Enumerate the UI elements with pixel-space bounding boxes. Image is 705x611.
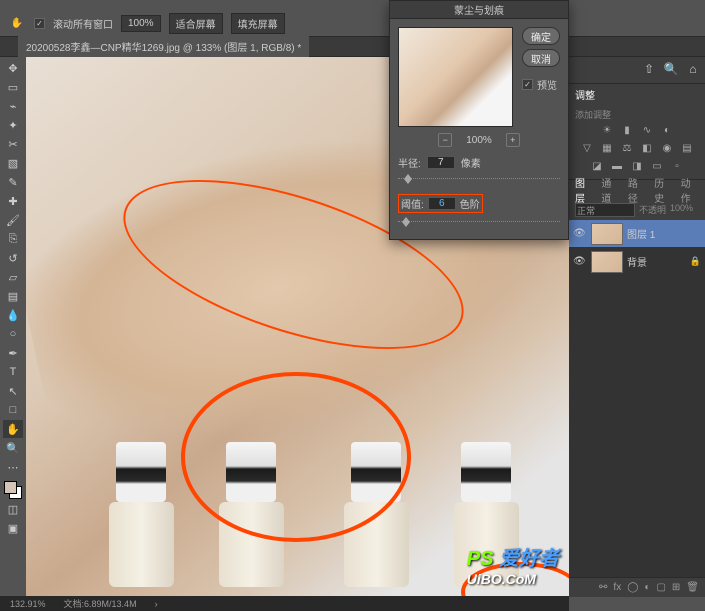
blend-mode-select[interactable]	[575, 203, 635, 217]
bw-icon[interactable]: ◧	[640, 141, 654, 155]
exposure-icon[interactable]: ◐	[660, 123, 674, 137]
status-zoom[interactable]: 132.91%	[10, 599, 46, 609]
document-tab[interactable]: 20200528李鑫—CNP精华1269.jpg @ 133% (图层 1, R…	[18, 36, 309, 57]
document-tab-bar: 20200528李鑫—CNP精华1269.jpg @ 133% (图层 1, R…	[0, 37, 705, 57]
photo-filter-icon[interactable]: ◉	[660, 141, 674, 155]
new-layer-icon[interactable]: ⊞	[672, 582, 680, 593]
scroll-all-checkbox[interactable]	[34, 18, 45, 29]
mixer-icon[interactable]: ▤	[680, 141, 694, 155]
filter-preview[interactable]	[398, 27, 513, 127]
wand-tool-icon[interactable]: ✦	[3, 116, 23, 134]
adj-layer-icon[interactable]: ◐	[644, 582, 650, 593]
path-tool-icon[interactable]: ↖	[3, 382, 23, 400]
tab-adjustments[interactable]: 调整	[575, 87, 595, 102]
colorbal-icon[interactable]: ⚖	[620, 141, 634, 155]
layer-name[interactable]: 背景	[627, 254, 647, 269]
radius-label: 半径:	[398, 155, 421, 170]
levels-icon[interactable]: ▮	[620, 123, 634, 137]
adjust-hint: 添加调整	[575, 108, 699, 121]
screenmode-icon[interactable]: ▣	[3, 519, 23, 537]
dodge-tool-icon[interactable]: ○	[3, 325, 23, 343]
color-swatch[interactable]	[4, 481, 22, 499]
gradmap-icon[interactable]: ▭	[650, 159, 664, 173]
radius-input[interactable]	[427, 156, 455, 169]
annotation-ellipse	[181, 372, 411, 542]
home-icon[interactable]: ⌂	[685, 61, 701, 77]
threshold-input[interactable]	[428, 197, 456, 210]
visibility-icon[interactable]: 👁	[573, 256, 587, 267]
blur-tool-icon[interactable]: 💧	[3, 306, 23, 324]
lasso-tool-icon[interactable]: ⌁	[3, 97, 23, 115]
dust-scratches-dialog: 蒙尘与划痕 确定 取消 预览 − 100% + 半径: 像素 阈值: 色阶	[389, 0, 569, 240]
crop-tool-icon[interactable]: ✂	[3, 135, 23, 153]
eraser-tool-icon[interactable]: ▱	[3, 268, 23, 286]
chevron-right-icon[interactable]: ›	[155, 599, 158, 609]
layer-row[interactable]: 👁 背景 🔒	[569, 248, 705, 276]
search-icon[interactable]: 🔍	[663, 61, 679, 77]
lock-icon: 🔒	[690, 256, 701, 267]
marquee-tool-icon[interactable]: ▭	[3, 78, 23, 96]
fx-icon[interactable]: fx	[613, 582, 621, 593]
trash-icon[interactable]: 🗑	[686, 582, 699, 593]
eyedropper-tool-icon[interactable]: ✎	[3, 173, 23, 191]
fit-screen-button[interactable]: 适合屏幕	[169, 13, 223, 34]
radius-unit: 像素	[461, 155, 481, 170]
layer-name[interactable]: 图层 1	[627, 226, 655, 241]
mask-icon[interactable]: ◯	[627, 582, 638, 593]
group-icon[interactable]: ▢	[656, 582, 665, 593]
hand-tool-icon[interactable]: ✋	[3, 420, 23, 438]
zoom-out-icon[interactable]: −	[438, 133, 452, 147]
pen-tool-icon[interactable]: ✒	[3, 344, 23, 362]
shape-tool-icon[interactable]: □	[3, 401, 23, 419]
vibrance-icon[interactable]: ▽	[580, 141, 594, 155]
preview-checkbox[interactable]	[522, 79, 533, 90]
hand-tool-icon[interactable]: ✋	[8, 15, 26, 33]
scroll-all-label: 滚动所有窗口	[53, 16, 113, 31]
cancel-button[interactable]: 取消	[522, 49, 560, 67]
threshold-unit: 色阶	[460, 196, 480, 211]
share-icon[interactable]: ⇧	[641, 61, 657, 77]
layer-thumb[interactable]	[591, 251, 623, 273]
threshold-slider[interactable]	[398, 215, 560, 229]
options-bar: ✋ 滚动所有窗口 100% 适合屏幕 填充屏幕	[0, 11, 705, 37]
selcolor-icon[interactable]: ▫	[670, 159, 684, 173]
stamp-tool-icon[interactable]: ⎘	[3, 230, 23, 248]
radius-slider[interactable]	[398, 172, 560, 186]
zoom-100-button[interactable]: 100%	[121, 15, 161, 32]
edit-toolbar-icon[interactable]: ⋯	[3, 458, 23, 476]
link-icon[interactable]: ⚯	[599, 582, 607, 593]
tool-panel: ✥ ▭ ⌁ ✦ ✂ ▧ ✎ ✚ 🖌 ⎘ ↺ ▱ ▤ 💧 ○ ✒ T ↖ □ ✋ …	[0, 57, 26, 597]
invert-icon[interactable]: ◪	[590, 159, 604, 173]
threshold-label: 阈值:	[401, 196, 424, 211]
brightness-icon[interactable]: ☀	[600, 123, 614, 137]
layer-thumb[interactable]	[591, 223, 623, 245]
thresh-icon[interactable]: ◨	[630, 159, 644, 173]
type-tool-icon[interactable]: T	[3, 363, 23, 381]
history-brush-icon[interactable]: ↺	[3, 249, 23, 267]
move-tool-icon[interactable]: ✥	[3, 59, 23, 77]
preview-zoom: 100%	[466, 135, 492, 146]
poster-icon[interactable]: ▬	[610, 159, 624, 173]
ok-button[interactable]: 确定	[522, 27, 560, 45]
curves-icon[interactable]: ∿	[640, 123, 654, 137]
fill-screen-button[interactable]: 填充屏幕	[231, 13, 285, 34]
watermark: PS 爱好者UiBO.CoM	[467, 542, 559, 587]
visibility-icon[interactable]: 👁	[573, 228, 587, 239]
frame-tool-icon[interactable]: ▧	[3, 154, 23, 172]
status-bar: 132.91% 文档:6.89M/13.4M ›	[0, 596, 569, 611]
zoom-in-icon[interactable]: +	[506, 133, 520, 147]
hue-icon[interactable]: ▦	[600, 141, 614, 155]
gradient-tool-icon[interactable]: ▤	[3, 287, 23, 305]
heal-tool-icon[interactable]: ✚	[3, 192, 23, 210]
right-panels: ⇧ 🔍 ⌂ 调整 添加调整 ☀▮∿◐ ▽▦⚖◧◉▤ ◪▬◨▭▫ 图层 通道 路径…	[569, 57, 705, 597]
layer-row[interactable]: 👁 图层 1	[569, 220, 705, 248]
quickmask-icon[interactable]: ◫	[3, 500, 23, 518]
brush-tool-icon[interactable]: 🖌	[3, 211, 23, 229]
status-docsize[interactable]: 文档:6.89M/13.4M	[64, 597, 137, 610]
zoom-tool-icon[interactable]: 🔍	[3, 439, 23, 457]
dialog-title: 蒙尘与划痕	[390, 1, 568, 19]
